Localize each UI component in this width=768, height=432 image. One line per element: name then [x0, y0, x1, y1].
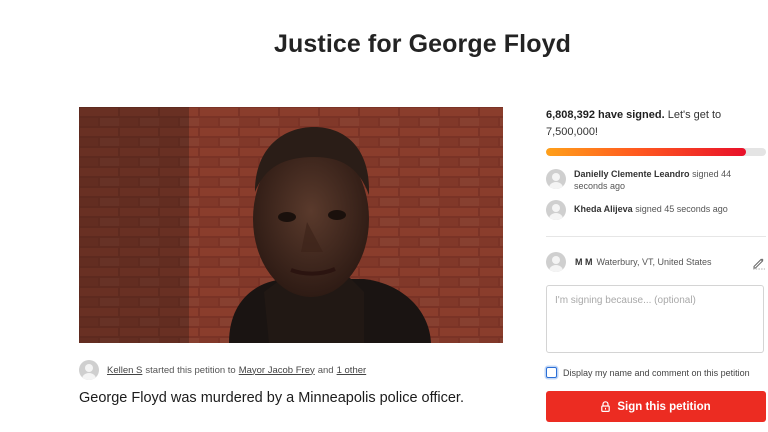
petition-photo — [79, 107, 503, 343]
petition-description: George Floyd was murdered by a Minneapol… — [79, 390, 464, 406]
signer-name: Kheda Alijeva — [574, 204, 633, 214]
started-text: started this petition to — [145, 364, 236, 376]
progress-bar — [546, 148, 766, 156]
current-user-location: Waterbury, VT, United States — [596, 257, 712, 267]
display-name-option[interactable]: Display my name and comment on this peti… — [546, 367, 750, 378]
petition-starter-line: Kellen S started this petition to Mayor … — [79, 359, 366, 381]
signer-time: signed 45 seconds ago — [635, 204, 728, 214]
display-name-checkbox[interactable] — [546, 367, 557, 378]
pencil-icon[interactable] — [752, 256, 766, 270]
signed-count: 6,808,392 have signed. — [546, 109, 665, 121]
current-user-name: M M — [575, 257, 593, 267]
target-link[interactable]: Mayor Jacob Frey — [239, 365, 315, 376]
signature-panel: 6,808,392 have signed. Let's get to 7,50… — [546, 107, 766, 422]
signature-count: 6,808,392 have signed. Let's get to 7,50… — [546, 107, 766, 141]
comment-input[interactable] — [546, 285, 764, 353]
signer-name: Danielly Clemente Leandro — [574, 169, 690, 179]
divider — [546, 236, 766, 237]
recent-signer: Danielly Clemente Leandro signed 44 seco… — [546, 168, 759, 192]
petition-title: Justice for George Floyd — [274, 30, 571, 58]
user-avatar-icon — [546, 169, 566, 189]
user-avatar-icon — [79, 360, 99, 380]
sign-button-label: Sign this petition — [617, 400, 711, 413]
and-text: and — [317, 364, 334, 376]
sign-petition-button[interactable]: Sign this petition — [546, 391, 766, 422]
progress-fill — [546, 148, 746, 156]
starter-name-link[interactable]: Kellen S — [107, 365, 142, 376]
current-user: M M Waterbury, VT, United States — [546, 252, 766, 272]
user-avatar-icon — [546, 252, 566, 272]
lock-icon — [601, 401, 611, 412]
other-targets-link[interactable]: 1 other — [337, 365, 367, 376]
user-avatar-icon — [546, 200, 566, 220]
display-name-label: Display my name and comment on this peti… — [563, 367, 750, 378]
recent-signer: Kheda Alijeva signed 45 seconds ago — [546, 199, 728, 220]
